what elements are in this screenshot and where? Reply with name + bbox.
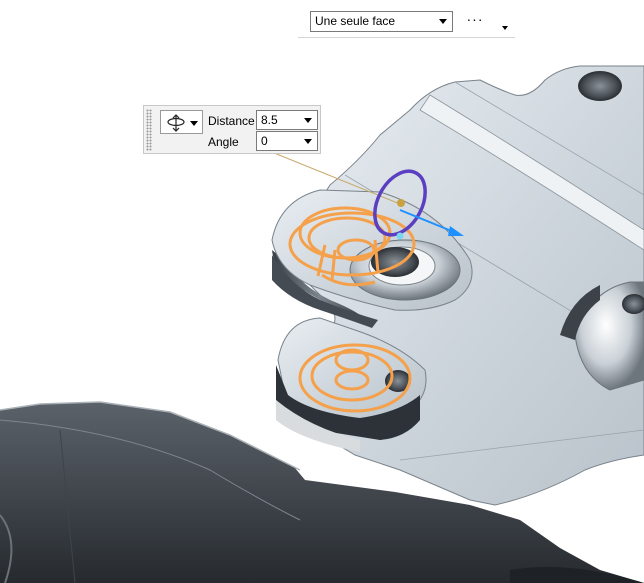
angle-input[interactable]: 0 — [256, 131, 318, 151]
chevron-down-icon — [190, 121, 198, 126]
chevron-down-icon — [304, 139, 312, 144]
chevron-down-icon — [439, 19, 447, 24]
distance-label: Distance — [208, 114, 255, 128]
chevron-down-icon — [304, 118, 312, 123]
selection-filter-value: Une seule face — [315, 14, 396, 28]
more-options-button[interactable]: ··· — [462, 10, 488, 32]
graphics-viewport[interactable] — [0, 0, 644, 583]
angle-value: 0 — [261, 134, 268, 148]
toolbar-overflow-button[interactable] — [499, 16, 511, 32]
drag-grip-handle[interactable] — [146, 109, 152, 151]
angle-label: Angle — [208, 135, 239, 149]
move-face-editor: Distance 8.5 Angle 0 — [143, 105, 321, 154]
handle-type-dropdown[interactable] — [160, 110, 203, 134]
selection-toolbar: Une seule face ··· — [298, 6, 515, 38]
selection-filter-dropdown[interactable]: Une seule face — [310, 11, 453, 32]
distance-input[interactable]: 8.5 — [256, 110, 318, 130]
move-handle-icon — [167, 114, 185, 132]
distance-value: 8.5 — [261, 113, 278, 127]
